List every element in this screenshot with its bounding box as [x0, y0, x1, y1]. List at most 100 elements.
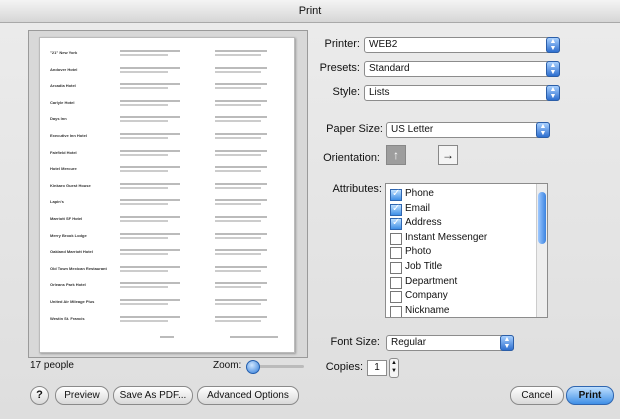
presets-popup[interactable]: Standard ▲ ▼	[364, 61, 560, 77]
chevron-updown-icon: ▲ ▼	[546, 37, 560, 53]
preview-row-name: Andover Hotel	[50, 66, 78, 72]
checkbox-unchecked[interactable]	[390, 262, 402, 274]
checkbox-checked[interactable]	[390, 216, 402, 231]
paper-size-value: US Letter	[391, 124, 434, 135]
preview-row-detail	[120, 282, 180, 285]
preview-row-detail	[120, 236, 168, 239]
chevron-updown-icon: ▲ ▼	[546, 61, 560, 77]
preview-row-name: United Air Mileage Plus	[50, 299, 95, 304]
preview-row: "21" New York	[50, 50, 286, 66]
preview-row-detail	[120, 265, 180, 268]
preview-row-detail	[215, 286, 261, 289]
preview-row-detail	[215, 315, 267, 318]
preview-button[interactable]: Preview	[55, 386, 109, 405]
chevron-updown-icon: ▲ ▼	[500, 335, 514, 351]
preview-row-detail	[120, 153, 168, 156]
attributes-list[interactable]: Phone Email Address Instant Messenger Photo J…	[385, 183, 548, 318]
preview-page-footer	[160, 336, 174, 338]
copies-stepper[interactable]: ▲ ▼	[389, 358, 399, 378]
checkbox-unchecked[interactable]	[390, 276, 402, 289]
preview-row-detail	[215, 269, 261, 272]
print-button[interactable]: Print	[566, 386, 614, 405]
preview-row-detail	[120, 66, 180, 69]
advanced-options-button[interactable]: Advanced Options	[197, 386, 299, 405]
landscape-orientation-button[interactable]: →	[438, 145, 458, 165]
save-as-pdf-button[interactable]: Save As PDF...	[113, 386, 193, 405]
preview-row-detail	[215, 182, 267, 185]
preview-row-detail	[215, 299, 267, 301]
preview-row-detail	[215, 216, 267, 218]
zoom-slider-knob[interactable]	[246, 360, 260, 374]
checkbox-unchecked[interactable]	[390, 305, 402, 317]
checkbox-unchecked[interactable]	[390, 247, 402, 260]
preview-row: Merry Brook Lodge	[50, 232, 286, 249]
preview-row-detail	[120, 216, 180, 218]
preview-row: Westin St. Francis	[50, 315, 286, 332]
preview-row-detail	[215, 137, 261, 139]
preview-row-detail	[120, 249, 180, 252]
preview-row-name: Fairfield Hotel	[50, 149, 77, 155]
orientation-label: Orientation:	[323, 152, 380, 164]
preview-row-detail	[215, 265, 267, 268]
attribute-label: Phone	[405, 188, 434, 199]
presets-value: Standard	[369, 63, 410, 74]
preview-row-detail	[120, 232, 180, 235]
preview-row-detail	[215, 87, 261, 90]
attributes-scrollbar[interactable]	[536, 184, 547, 317]
preview-row: Old Town Mexican Restaurant	[50, 265, 286, 282]
preview-row: Executive Inn Hotel	[50, 133, 286, 149]
preview-row-detail	[120, 50, 180, 52]
font-size-popup[interactable]: Regular ▲ ▼	[386, 335, 514, 351]
preview-row: Orleans Park Hotel	[50, 282, 286, 298]
attribute-label: Company	[405, 290, 448, 302]
attribute-label: Nickname	[405, 304, 450, 316]
preview-row: Arcadia Hotel	[50, 83, 286, 99]
preview-row-name: Carlyle Hotel	[50, 99, 75, 105]
preview-row-detail	[120, 149, 180, 152]
style-value: Lists	[369, 87, 390, 98]
attribute-label: Address	[405, 217, 442, 229]
preview-row-detail	[215, 70, 261, 73]
preview-row: Hotel Mercure	[50, 166, 286, 182]
preview-row: Oakland Marriott Hotel	[50, 249, 286, 265]
scrollbar-thumb[interactable]	[538, 192, 546, 244]
presets-label: Presets:	[319, 62, 360, 74]
printer-label: Printer:	[324, 38, 360, 50]
preview-row-detail	[215, 203, 261, 206]
preview-row-detail	[215, 166, 267, 169]
window-title: Print	[0, 0, 620, 23]
attributes-label: Attributes:	[332, 183, 382, 195]
checkbox-unchecked[interactable]	[390, 291, 402, 304]
preview-row-detail	[120, 253, 168, 256]
preview-row-name: Marriott SF Hotel	[50, 216, 83, 221]
checkbox-checked[interactable]	[390, 202, 402, 216]
preview-row-detail	[215, 282, 267, 285]
preview-row-name: Days Inn	[50, 116, 67, 122]
help-button[interactable]: ?	[30, 386, 49, 405]
preview-row-detail	[215, 50, 267, 52]
preview-row: Marriott SF Hotel	[50, 216, 286, 232]
preview-row-detail	[120, 269, 168, 272]
font-size-label: Font Size:	[330, 336, 380, 348]
preview-row-detail	[120, 319, 168, 322]
copies-field[interactable]: 1	[367, 360, 387, 376]
copies-label: Copies:	[325, 361, 363, 373]
checkbox-checked[interactable]	[390, 187, 402, 201]
cancel-button[interactable]: Cancel	[510, 386, 564, 405]
chevron-updown-icon: ▲ ▼	[546, 85, 560, 101]
attribute-label: Photo	[405, 246, 432, 258]
checkbox-unchecked[interactable]	[390, 232, 402, 245]
preview-row-detail	[215, 120, 261, 123]
style-popup[interactable]: Lists ▲ ▼	[364, 85, 560, 101]
preview-row-detail	[215, 303, 261, 305]
preview-row-detail	[120, 70, 168, 73]
preview-row-detail	[120, 170, 168, 173]
style-label: Style:	[332, 86, 360, 98]
preview-row-detail	[215, 249, 267, 252]
chevron-updown-icon: ▲ ▼	[536, 122, 550, 138]
printer-popup[interactable]: WEB2 ▲ ▼	[364, 37, 560, 53]
portrait-orientation-button[interactable]: ↑	[386, 145, 406, 165]
preview-row-detail	[215, 319, 261, 322]
paper-size-popup[interactable]: US Letter ▲ ▼	[386, 122, 550, 138]
preview-row-detail	[120, 286, 168, 289]
